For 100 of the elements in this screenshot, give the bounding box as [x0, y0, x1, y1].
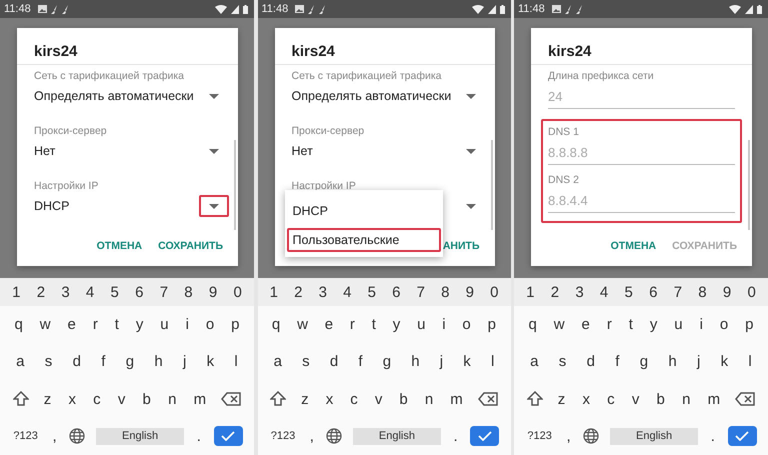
key[interactable]: n — [680, 390, 692, 408]
key[interactable]: z — [299, 390, 311, 408]
key[interactable]: t — [370, 316, 378, 334]
key[interactable]: d — [328, 353, 340, 370]
key[interactable]: b — [654, 390, 667, 408]
key[interactable]: m — [706, 390, 722, 408]
key[interactable]: ?123 — [525, 430, 554, 442]
dropdown-value[interactable]: Определять автоматически — [34, 89, 199, 103]
key[interactable]: f — [99, 353, 108, 370]
key[interactable]: a — [272, 353, 284, 370]
key[interactable]: , — [308, 428, 316, 445]
key[interactable]: v — [630, 390, 642, 408]
key[interactable]: k — [204, 353, 216, 370]
key[interactable]: s — [300, 353, 312, 370]
key[interactable]: n — [422, 390, 436, 408]
key[interactable]: ?123 — [11, 430, 40, 442]
caret-icon[interactable] — [466, 204, 476, 208]
key[interactable]: i — [440, 316, 448, 334]
key[interactable]: 0 — [745, 284, 758, 300]
key[interactable]: s — [42, 353, 54, 370]
key[interactable]: v — [116, 390, 128, 408]
key[interactable]: r — [90, 316, 100, 334]
caret-icon[interactable] — [209, 148, 219, 154]
key[interactable]: u — [158, 316, 171, 334]
key[interactable]: 2 — [548, 284, 562, 300]
key[interactable]: e — [322, 316, 336, 334]
key[interactable]: c — [605, 390, 617, 408]
key[interactable]: a — [14, 353, 26, 370]
key[interactable]: d — [70, 353, 83, 370]
key[interactable]: w — [552, 316, 567, 334]
key[interactable]: u — [415, 316, 428, 334]
key[interactable]: 8 — [696, 284, 709, 300]
backspace-icon[interactable] — [221, 392, 242, 406]
key[interactable]: t — [626, 316, 635, 334]
key[interactable]: x — [66, 390, 78, 408]
key[interactable]: b — [140, 390, 153, 408]
shift-icon[interactable] — [12, 391, 29, 408]
key[interactable]: k — [718, 353, 730, 370]
key[interactable]: f — [356, 353, 365, 370]
key[interactable]: 7 — [414, 284, 427, 300]
enter-key[interactable] — [214, 426, 243, 446]
space-key[interactable]: English — [96, 428, 184, 445]
key[interactable]: ?123 — [268, 430, 298, 442]
key[interactable]: v — [372, 390, 384, 408]
key[interactable]: s — [556, 353, 568, 370]
globe-icon[interactable] — [69, 428, 86, 444]
key[interactable]: n — [166, 390, 178, 408]
dialog-button[interactable]: ОТМЕНА — [92, 236, 148, 256]
key[interactable]: 9 — [206, 284, 220, 300]
key[interactable]: g — [638, 353, 650, 370]
key[interactable]: q — [270, 316, 282, 334]
key[interactable]: j — [694, 353, 702, 370]
key[interactable]: z — [556, 390, 568, 408]
dropdown-value[interactable]: Нет — [292, 144, 456, 158]
key[interactable]: 5 — [108, 284, 121, 300]
key[interactable]: 4 — [84, 284, 96, 300]
key[interactable]: 8 — [182, 284, 195, 300]
caret-icon[interactable] — [209, 204, 219, 208]
key[interactable]: f — [613, 353, 622, 370]
caret-icon[interactable] — [466, 94, 476, 98]
key[interactable]: 4 — [598, 284, 610, 300]
shift-icon[interactable] — [270, 391, 286, 408]
key[interactable]: 5 — [366, 284, 378, 300]
space-key[interactable]: English — [610, 428, 698, 445]
input-field[interactable]: 8.8.8.8 — [548, 138, 735, 165]
key[interactable]: . — [194, 428, 203, 445]
key[interactable]: k — [461, 353, 473, 370]
key[interactable]: m — [192, 390, 208, 408]
enter-key[interactable] — [728, 426, 757, 446]
dropdown-value[interactable]: Определять автоматически — [292, 89, 456, 103]
key[interactable]: l — [488, 353, 496, 370]
key[interactable]: y — [390, 316, 402, 334]
key[interactable]: 0 — [488, 284, 500, 300]
key[interactable]: b — [397, 390, 410, 408]
key[interactable]: 6 — [390, 284, 402, 300]
key[interactable]: 0 — [231, 284, 244, 300]
key[interactable]: r — [604, 316, 614, 334]
key[interactable]: 7 — [158, 284, 170, 300]
backspace-icon[interactable] — [478, 392, 498, 406]
key[interactable]: p — [743, 316, 756, 334]
key[interactable]: 1 — [268, 284, 280, 300]
key[interactable]: p — [229, 316, 242, 334]
key[interactable]: d — [584, 353, 597, 370]
key[interactable]: 7 — [672, 284, 684, 300]
key[interactable]: h — [152, 353, 165, 370]
backspace-icon[interactable] — [735, 392, 756, 406]
key[interactable]: 4 — [341, 284, 354, 300]
key[interactable]: t — [112, 316, 121, 334]
key[interactable]: o — [718, 316, 730, 334]
globe-icon[interactable] — [583, 428, 600, 444]
space-key[interactable]: English — [352, 428, 441, 445]
input-field[interactable]: 24 — [548, 82, 735, 109]
key[interactable]: u — [672, 316, 685, 334]
key[interactable]: 2 — [292, 284, 304, 300]
key[interactable]: a — [528, 353, 540, 370]
key[interactable]: p — [486, 316, 498, 334]
key[interactable]: j — [180, 353, 188, 370]
key[interactable]: o — [204, 316, 216, 334]
input-field[interactable]: 8.8.4.4 — [548, 186, 735, 213]
dialog-button[interactable]: ОТМЕНА — [606, 236, 662, 256]
